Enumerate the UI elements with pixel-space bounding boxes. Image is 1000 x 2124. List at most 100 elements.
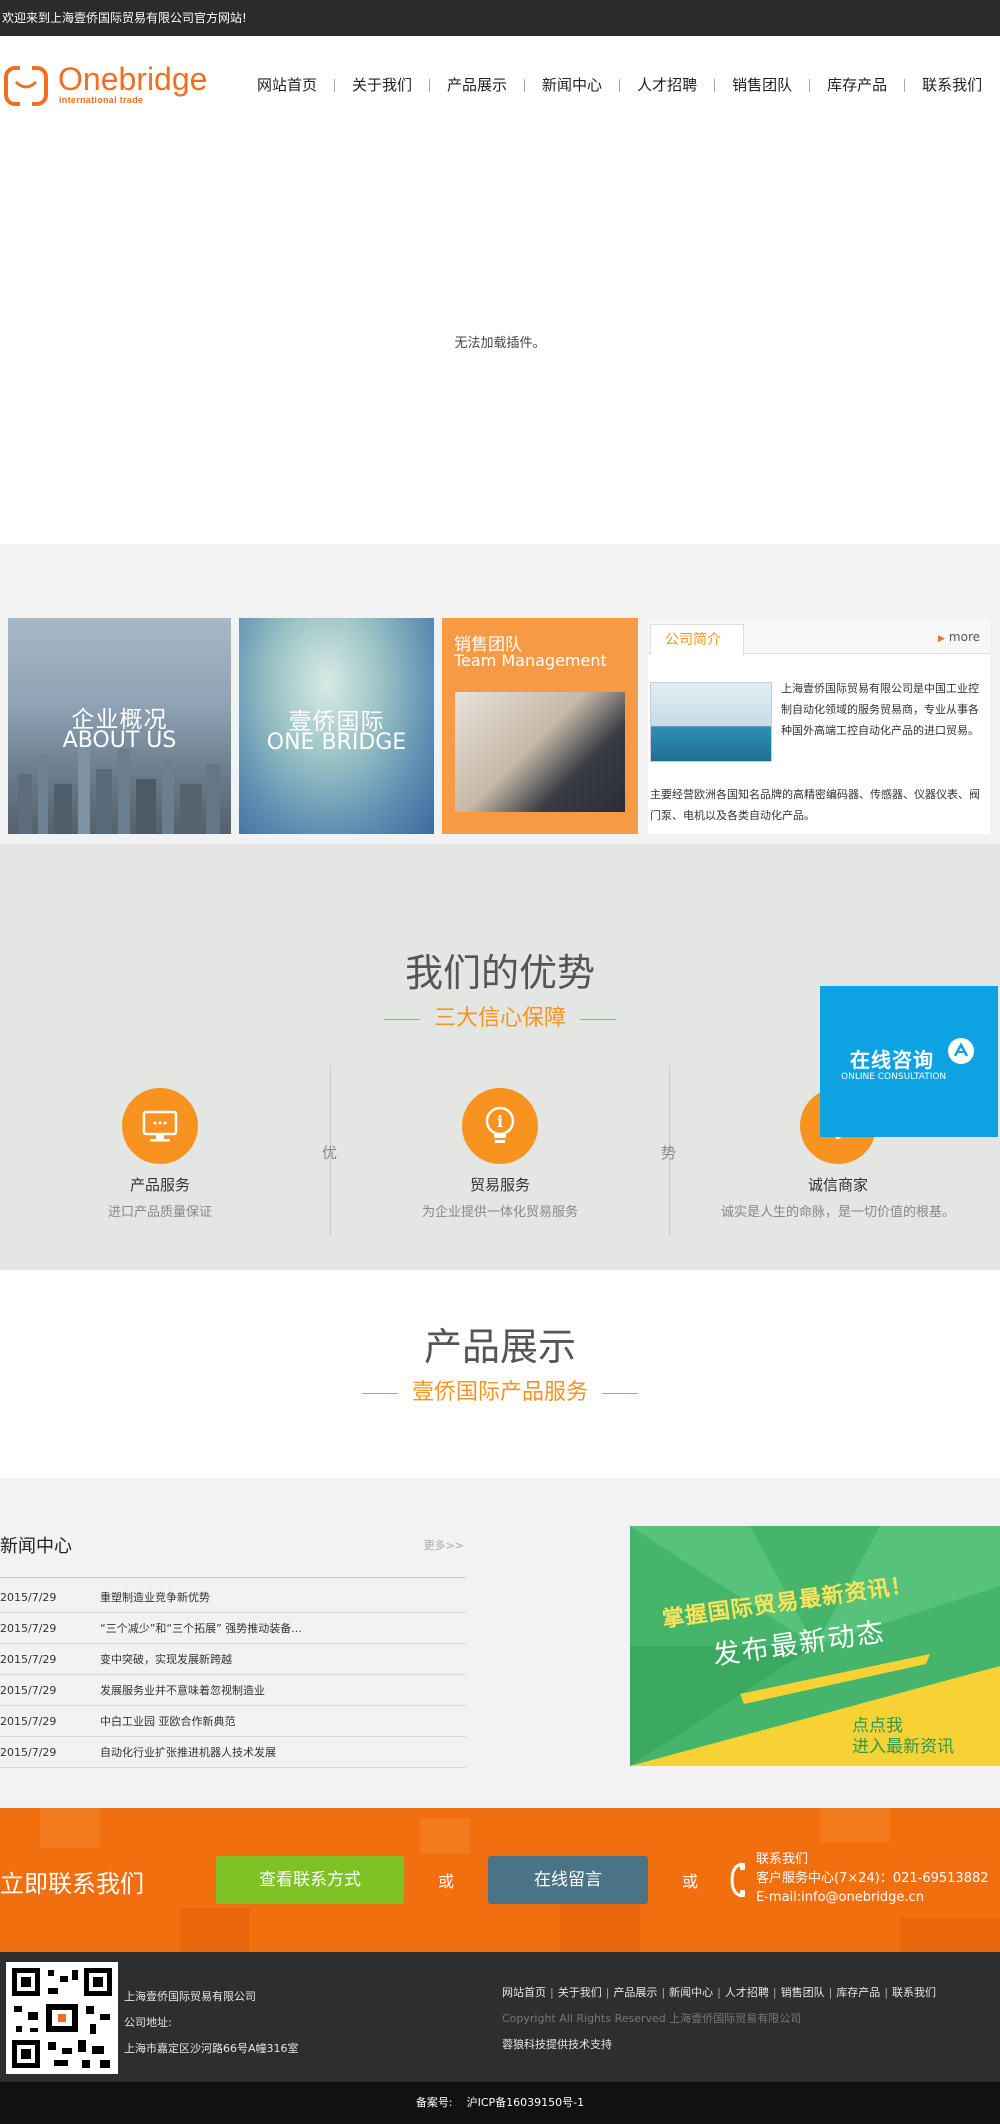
news-item[interactable]: 2015/7/29 自动化行业扩张推进机器人技术发展 xyxy=(0,1737,466,1768)
footer-tech-support[interactable]: 蓉狼科技提供技术支持 xyxy=(502,2036,612,2052)
intro-more-link[interactable]: ▶ more xyxy=(938,630,980,644)
welcome-text: 欢迎来到上海壹侨国际贸易有限公司官方网站! xyxy=(2,11,247,25)
chat-label-en: ONLINE CONSULTATION xyxy=(841,1072,947,1082)
news-headline: 重塑制造业竞争新优势 xyxy=(100,1591,210,1604)
news-item[interactable]: 2015/7/29 “三个减少”和“三个拓展” 强势推动装备... xyxy=(0,1613,466,1644)
online-consultation-button[interactable]: 在线咨询 ONLINE CONSULTATION xyxy=(820,986,998,1137)
divider-char: 优 xyxy=(322,1144,338,1162)
news-date: 2015/7/29 xyxy=(0,1653,57,1666)
news-item[interactable]: 2015/7/29 重塑制造业竞争新优势 xyxy=(0,1582,466,1613)
subtitle-line-right xyxy=(602,1392,638,1394)
footer-nav: 网站首页 | 关于我们 | 产品展示 | 新闻中心 | 人才招聘 | 销售团队 | 库存产品… xyxy=(502,1984,936,2000)
footer-nav-separator: | xyxy=(550,1985,554,1999)
view-contact-button[interactable]: 查看联系方式 xyxy=(216,1856,404,1904)
advantage-name: 贸易服务 xyxy=(469,1176,530,1194)
subtitle-line-left xyxy=(361,1392,398,1394)
news-date: 2015/7/29 xyxy=(0,1684,57,1697)
about-us-title-en: ABOUT US xyxy=(62,728,177,753)
news-more-link[interactable]: 更多>> xyxy=(424,1537,464,1553)
footer-address-label: 公司地址: xyxy=(124,2016,172,2029)
nav-stock[interactable]: 库存产品 xyxy=(810,74,904,96)
lightbulb-icon: i xyxy=(462,1088,538,1164)
divider-char: 势 xyxy=(661,1144,677,1162)
advantage-desc: 为企业提供一体化贸易服务 xyxy=(421,1205,578,1220)
site-footer: 上海壹侨国际贸易有限公司 公司地址: 上海市嘉定区沙河路66号A幢316室 网站… xyxy=(0,1952,1000,2082)
intro-tab-bar: 公司简介 ▶ more xyxy=(648,618,990,655)
welcome-bar: 欢迎来到上海壹侨国际贸易有限公司官方网站! xyxy=(0,0,1000,36)
news-item[interactable]: 2015/7/29 中白工业园 亚欧合作新典范 xyxy=(0,1706,466,1737)
advantage-desc: 诚实是人生的命脉，是一切价值的根基。 xyxy=(720,1205,955,1220)
footer-nav-contact[interactable]: 联系我们 xyxy=(892,1984,936,2000)
harbor-ship-image xyxy=(650,682,772,762)
news-item[interactable]: 2015/7/29 发展服务业并不意味着忽视制造业 xyxy=(0,1675,466,1706)
products-section: 产品展示 壹侨国际产品服务 xyxy=(0,1270,1000,1478)
nav-sales-team[interactable]: 销售团队 xyxy=(715,74,809,96)
company-intro-box: 公司简介 ▶ more 上海壹侨国际贸易有限公司是中国工业控制自动化领域的服务贸易… xyxy=(648,618,990,834)
footer-nav-stock[interactable]: 库存产品 xyxy=(836,1984,880,2000)
footer-nav-home[interactable]: 网站首页 xyxy=(502,1984,546,2000)
news-date: 2015/7/29 xyxy=(0,1715,57,1728)
news-headline: “三个减少”和“三个拓展” 强势推动装备... xyxy=(100,1622,302,1635)
leave-message-button[interactable]: 在线留言 xyxy=(488,1856,648,1904)
logo-name: Onebridge xyxy=(58,61,208,97)
footer-nav-news[interactable]: 新闻中心 xyxy=(669,1984,713,2000)
footer-nav-separator: | xyxy=(661,1985,666,1999)
nav-jobs[interactable]: 人才招聘 xyxy=(620,74,714,96)
footer-nav-separator: | xyxy=(772,1985,777,1999)
one-bridge-tile[interactable]: 壹侨国际 ONE BRIDGE xyxy=(239,618,434,834)
nav-about[interactable]: 关于我们 xyxy=(335,74,429,96)
news-title: 新闻中心 xyxy=(0,1536,72,1557)
team-hands-image xyxy=(455,692,625,812)
footer-copyright: Copyright All Rights Reserved 上海壹侨国际贸易有限… xyxy=(502,2012,802,2025)
latest-news-promo-banner[interactable]: 掌握国际贸易最新资讯！ 发布最新动态 点点我 进入最新资讯 xyxy=(630,1526,1000,1766)
news-headline: 变中突破，实现发展新跨越 xyxy=(100,1653,232,1666)
advantage-trade-service: i 贸易服务 为企业提供一体化贸易服务 xyxy=(350,1088,650,1220)
contact-info: 联系我们 客户服务中心(7×24)：021-69513882 E-mail:in… xyxy=(756,1850,989,1907)
news-item[interactable]: 2015/7/29 变中突破，实现发展新跨越 xyxy=(0,1644,466,1675)
nav-home[interactable]: 网站首页 xyxy=(240,74,334,96)
logo[interactable]: Onebridge international trade xyxy=(2,62,212,110)
subtitle-line-left xyxy=(383,1018,420,1020)
nav-contact[interactable]: 联系我们 xyxy=(905,74,999,96)
news-header: 新闻中心 更多>> xyxy=(0,1532,466,1578)
advantage-product-service: 产品服务 进口产品质量保证 xyxy=(10,1088,310,1220)
advantage-name: 诚信商家 xyxy=(807,1176,868,1194)
products-title: 产品展示 xyxy=(423,1325,576,1369)
footer-nav-about[interactable]: 关于我们 xyxy=(558,1984,602,2000)
footer-nav-separator: | xyxy=(605,1985,610,1999)
news-headline: 发展服务业并不意味着忽视制造业 xyxy=(100,1684,265,1697)
icp-number-link[interactable]: 沪ICP备16039150号-1 xyxy=(467,2096,585,2109)
footer-nav-sales-team[interactable]: 销售团队 xyxy=(781,1984,825,2000)
intro-more-label: more xyxy=(948,630,980,644)
site-header: Onebridge international trade 网站首页 关于我们 … xyxy=(0,36,1000,132)
footer-nav-jobs[interactable]: 人才招聘 xyxy=(725,1984,769,2000)
footer-company-name: 上海壹侨国际贸易有限公司 xyxy=(124,1990,256,2003)
sales-team-title-en: Team Management xyxy=(454,651,607,670)
nav-news[interactable]: 新闻中心 xyxy=(525,74,619,96)
icp-bar: 备案号: 沪ICP备16039150号-1 xyxy=(0,2082,1000,2124)
news-headline: 自动化行业扩张推进机器人技术发展 xyxy=(100,1746,276,1759)
main-nav: 网站首页 关于我们 产品展示 新闻中心 人才招聘 销售团队 库存产品 联系我们 xyxy=(240,74,999,96)
contact-email: E-mail:info@onebridge.cn xyxy=(756,1890,924,1905)
advantage-name: 产品服务 xyxy=(129,1176,190,1194)
banner-plugin-area: 无法加载插件。 xyxy=(0,132,1000,544)
or-text: 或 xyxy=(682,1872,699,1891)
about-us-tile[interactable]: 企业概况 ABOUT US xyxy=(8,618,231,834)
footer-company-info: 上海壹侨国际贸易有限公司 公司地址: 上海市嘉定区沙河路66号A幢316室 xyxy=(124,1984,299,2062)
footer-nav-separator: | xyxy=(828,1985,833,1999)
products-subtitle-row: 壹侨国际产品服务 xyxy=(0,1374,1000,1406)
intro-text-main: 上海壹侨国际贸易有限公司是中国工业控制自动化领域的服务贸易商，专业从事各种国外高… xyxy=(781,682,979,737)
intro-text-products: 主要经营欧洲各国知名品牌的高精密编码器、传感器、仪器仪表、阀门泵、电机以及各类自… xyxy=(650,788,980,822)
footer-nav-products[interactable]: 产品展示 xyxy=(613,1984,657,2000)
tab-company-intro[interactable]: 公司简介 xyxy=(650,624,744,655)
or-text: 或 xyxy=(438,1872,455,1891)
one-bridge-title-en: ONE BRIDGE xyxy=(266,730,407,755)
logo-bridge-icon xyxy=(4,64,48,108)
arrow-right-icon: ▶ xyxy=(937,634,945,644)
svg-text:i: i xyxy=(497,1112,503,1131)
advantage-desc: 进口产品质量保证 xyxy=(107,1205,212,1220)
footer-nav-separator: | xyxy=(884,1985,889,1999)
sales-team-tile[interactable]: 销售团队 Team Management xyxy=(442,618,638,834)
nav-products[interactable]: 产品展示 xyxy=(430,74,524,96)
chat-bubble-icon xyxy=(948,1038,974,1064)
